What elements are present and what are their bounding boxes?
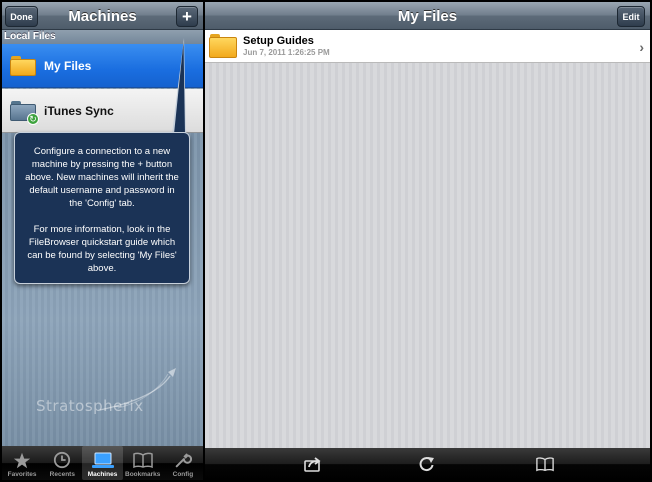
list-item-label: iTunes Sync — [44, 103, 114, 118]
tab-label: Bookmarks — [125, 471, 161, 478]
add-machine-button[interactable]: + — [176, 6, 198, 27]
itunes-sync-folder-icon: ↻ — [10, 100, 39, 125]
popover-text-more-info: For more information, look in the FileBr… — [27, 224, 177, 274]
stratospherix-watermark: Stratospherix — [36, 397, 144, 415]
file-row-setup-guides[interactable]: Setup Guides Jun 7, 2011 1:26:25 PM › — [205, 30, 650, 63]
machines-title: Machines — [68, 8, 137, 25]
tab-bar: Favorites Recents Machines Bookmarks Con… — [2, 446, 203, 480]
book-icon — [132, 451, 154, 469]
laptop-icon — [91, 451, 114, 469]
edit-button[interactable]: Edit — [617, 6, 645, 27]
tab-label: Machines — [87, 471, 118, 478]
tab-bookmarks[interactable]: Bookmarks — [123, 446, 163, 480]
tab-favorites[interactable]: Favorites — [2, 446, 42, 480]
machines-navbar: Done Machines + — [2, 2, 203, 30]
share-icon[interactable] — [304, 456, 322, 472]
folder-icon — [209, 34, 237, 58]
folder-icon — [10, 55, 36, 76]
file-name: Setup Guides — [243, 35, 314, 47]
wrench-icon — [172, 451, 194, 469]
tab-machines[interactable]: Machines — [82, 446, 123, 480]
files-navbar: My Files Edit — [205, 2, 650, 30]
bookmarks-icon[interactable] — [536, 456, 554, 472]
my-files-panel: My Files Edit Setup Guides Jun 7, 2011 1… — [205, 2, 650, 480]
list-item-label: My Files — [44, 58, 92, 73]
clock-icon — [51, 451, 73, 469]
refresh-icon[interactable] — [418, 456, 436, 472]
popover-pointer — [172, 38, 186, 134]
bottom-toolbar — [205, 448, 650, 480]
star-icon — [11, 451, 33, 469]
machines-panel: Done Machines + Local Files My Files ↻ i… — [2, 2, 203, 480]
tab-config[interactable]: Config — [163, 446, 203, 480]
tab-label: Favorites — [7, 471, 37, 478]
help-popover: Configure a connection to a new machine … — [14, 132, 190, 284]
files-title: My Files — [397, 8, 458, 25]
file-date: Jun 7, 2011 1:26:25 PM — [243, 48, 330, 57]
tab-label: Recents — [49, 471, 75, 478]
tab-recents[interactable]: Recents — [42, 446, 82, 480]
chevron-right-icon: › — [639, 39, 644, 55]
tab-label: Config — [172, 471, 194, 478]
popover-text-configure: Configure a connection to a new machine … — [25, 146, 179, 209]
